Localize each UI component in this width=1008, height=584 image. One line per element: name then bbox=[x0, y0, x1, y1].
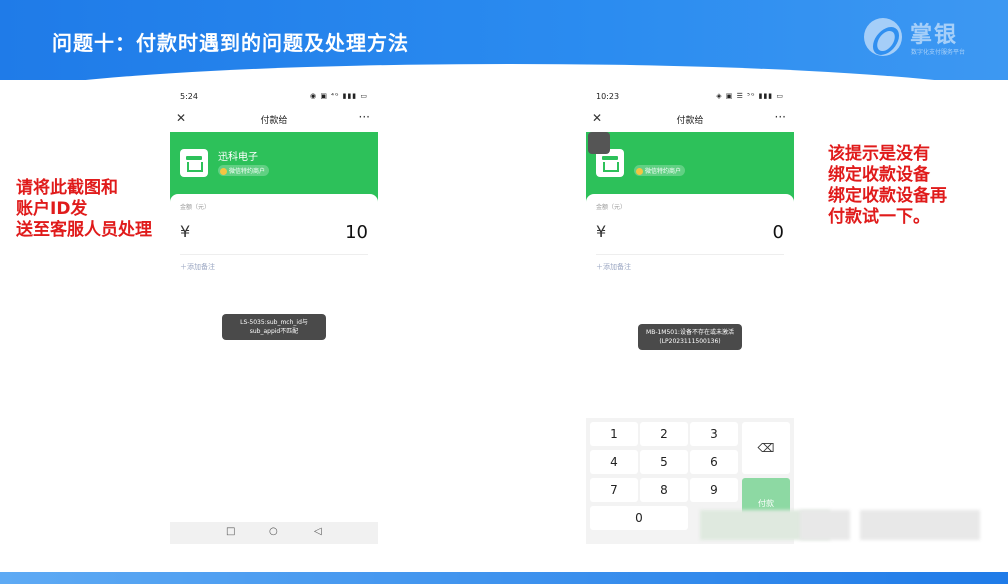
error-toast: LS-5035:sub_mch_id与sub_appid不匹配 bbox=[222, 314, 326, 340]
redacted-area bbox=[860, 510, 980, 540]
status-bar: 5:24 ◉ ▣ ⁴ᴳ ▮▮▮ ▭ bbox=[170, 86, 378, 108]
logo-icon bbox=[864, 18, 902, 56]
nav-bar: ✕ 付款给 ··· bbox=[170, 108, 378, 132]
key-1[interactable]: 1 bbox=[590, 422, 638, 446]
annotation-line: 绑定收款设备再 bbox=[828, 186, 947, 206]
badge-icon bbox=[636, 168, 643, 175]
key-0[interactable]: 0 bbox=[590, 506, 688, 530]
amount-label: 金额（元） bbox=[180, 204, 211, 211]
system-nav-bar: □ ○ ◁ bbox=[170, 522, 378, 544]
status-time: 10:23 bbox=[596, 92, 620, 101]
currency-symbol: ¥ bbox=[180, 222, 191, 241]
slide-title: 问题十：付款时遇到的问题及处理方法 bbox=[52, 31, 409, 55]
divider bbox=[180, 254, 368, 255]
merchant-badge-label: 微信特约商户 bbox=[229, 168, 266, 175]
nav-title: 付款给 bbox=[676, 116, 704, 126]
status-icons: ◈ ▣ ☰ ⁵ᴳ ▮▮▮ ▭ bbox=[716, 92, 784, 100]
merchant-badge-label: 微信特约商户 bbox=[645, 168, 682, 175]
shop-icon bbox=[180, 149, 208, 177]
annotation-line: 送至客服人员处理 bbox=[16, 220, 152, 240]
bottom-bar bbox=[0, 572, 1008, 584]
recent-apps-icon[interactable]: □ bbox=[226, 526, 235, 537]
status-bar: 10:23 ◈ ▣ ☰ ⁵ᴳ ▮▮▮ ▭ bbox=[586, 86, 794, 108]
currency-symbol: ¥ bbox=[596, 222, 607, 241]
back-icon[interactable]: ◁ bbox=[314, 526, 322, 537]
amount-card: 金额（元） ¥ 10 ＋添加备注 bbox=[170, 194, 378, 544]
status-time: 5:24 bbox=[180, 92, 198, 101]
annotation-line: 付款试一下。 bbox=[828, 207, 930, 227]
key-3[interactable]: 3 bbox=[690, 422, 738, 446]
redacted-area bbox=[800, 510, 850, 540]
slide: 问题十：付款时遇到的问题及处理方法 掌银 数字化支付服务平台 请将此截图和 账户… bbox=[0, 0, 1008, 584]
phone-screenshot-1: 5:24 ◉ ▣ ⁴ᴳ ▮▮▮ ▭ ✕ 付款给 ··· 迅科电子 微信特约商户 … bbox=[170, 86, 378, 544]
key-5[interactable]: 5 bbox=[640, 450, 688, 474]
redacted-box bbox=[588, 132, 610, 154]
key-8[interactable]: 8 bbox=[640, 478, 688, 502]
key-4[interactable]: 4 bbox=[590, 450, 638, 474]
amount-input[interactable]: 10 bbox=[345, 222, 368, 243]
status-icons: ◉ ▣ ⁴ᴳ ▮▮▮ ▭ bbox=[309, 92, 368, 100]
badge-icon bbox=[220, 168, 227, 175]
add-note-link[interactable]: ＋添加备注 bbox=[180, 262, 215, 272]
error-toast: MB-1M501:设备不存在或未激活(LP2023111500136) bbox=[638, 324, 742, 350]
nav-bar: ✕ 付款给 ··· bbox=[586, 108, 794, 132]
more-icon[interactable]: ··· bbox=[359, 110, 370, 124]
key-6[interactable]: 6 bbox=[690, 450, 738, 474]
key-2[interactable]: 2 bbox=[640, 422, 688, 446]
key-7[interactable]: 7 bbox=[590, 478, 638, 502]
annotation-line: 账户ID发 bbox=[16, 199, 88, 219]
nav-title: 付款给 bbox=[260, 116, 288, 126]
merchant-badge: 微信特约商户 bbox=[634, 165, 686, 176]
logo-text: 掌银 bbox=[910, 23, 959, 48]
add-note-link[interactable]: ＋添加备注 bbox=[596, 262, 631, 272]
brand-logo: 掌银 数字化支付服务平台 bbox=[864, 16, 974, 58]
annotation-line: 请将此截图和 bbox=[16, 178, 118, 198]
key-9[interactable]: 9 bbox=[690, 478, 738, 502]
more-icon[interactable]: ··· bbox=[775, 110, 786, 124]
logo-subtitle: 数字化支付服务平台 bbox=[911, 49, 966, 56]
phone-screenshot-2: 10:23 ◈ ▣ ☰ ⁵ᴳ ▮▮▮ ▭ ✕ 付款给 ··· 微信特约商户 金额… bbox=[586, 86, 794, 544]
home-icon[interactable]: ○ bbox=[269, 526, 278, 537]
merchant-name: 迅科电子 bbox=[218, 152, 258, 163]
annotation-right: 该提示是没有 绑定收款设备 绑定收款设备再 付款试一下。 bbox=[828, 144, 947, 228]
amount-input[interactable]: 0 bbox=[773, 222, 784, 243]
annotation-line: 绑定收款设备 bbox=[828, 165, 930, 185]
amount-label: 金额（元） bbox=[596, 204, 627, 211]
delete-icon[interactable]: ⌫ bbox=[742, 422, 790, 474]
merchant-badge: 微信特约商户 bbox=[218, 165, 270, 176]
annotation-line: 该提示是没有 bbox=[828, 144, 930, 164]
annotation-left: 请将此截图和 账户ID发 送至客服人员处理 bbox=[16, 178, 152, 241]
divider bbox=[596, 254, 784, 255]
